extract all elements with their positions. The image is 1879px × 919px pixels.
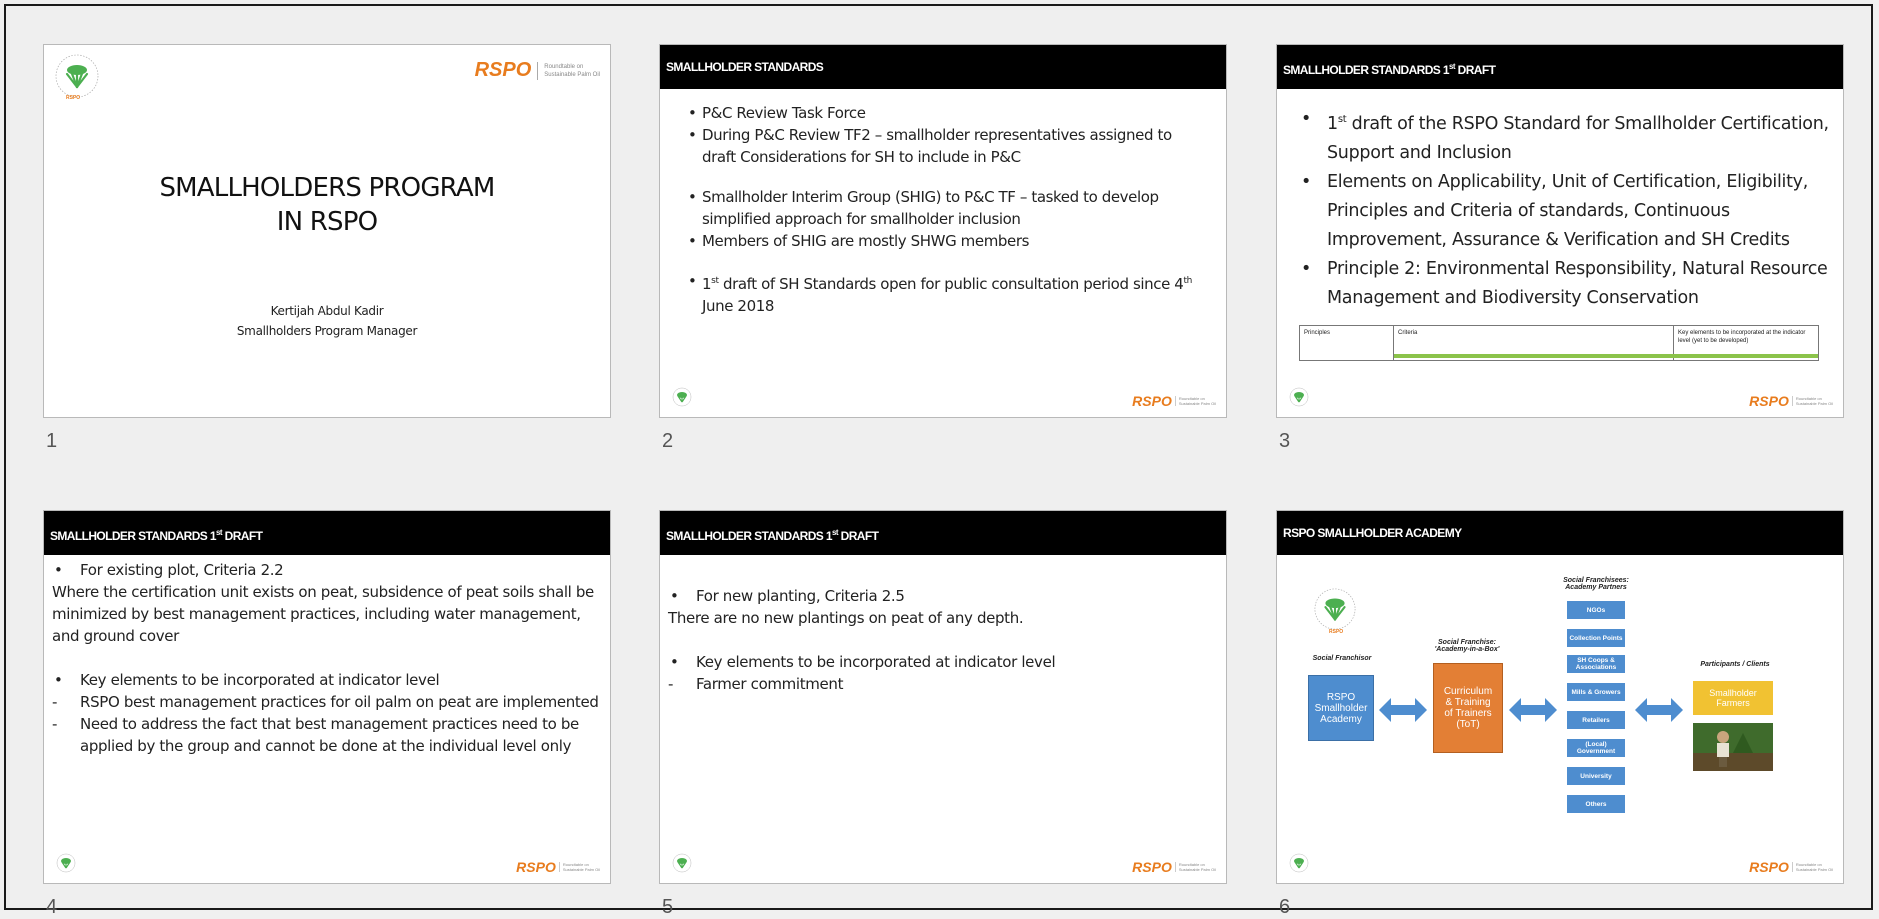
rspo-logo: RSPO Roundtable on Sustainable Palm Oil: [475, 59, 600, 82]
rspo-logo: RSPO Roundtable on Sustainable Palm Oil: [1132, 393, 1216, 409]
slide-body: For new planting, Criteria 2.5 There are…: [668, 585, 1216, 695]
bullet-item: Elements on Applicability, Unit of Certi…: [1299, 168, 1829, 255]
slide-header: SMALLHOLDER STANDARDS: [660, 45, 1226, 89]
criteria-text: There are no new plantings on peat of an…: [668, 609, 1024, 627]
bullet-item: Smallholder Interim Group (SHIG) to P&C …: [688, 186, 1208, 230]
presenter-block: Kertijah Abdul Kadir Smallholders Progra…: [44, 301, 610, 341]
dash-item: Farmer commitment: [668, 673, 1216, 695]
dash-item: RSPO best management practices for oil p…: [52, 691, 600, 713]
slide-thumbnail-6[interactable]: RSPO SMALLHOLDER ACADEMY RSPO Social Fra…: [1276, 510, 1844, 884]
bullet-item: During P&C Review TF2 – smallholder repr…: [688, 124, 1208, 168]
franchise-label: Social Franchise: 'Academy-in-a-Box': [1434, 639, 1500, 653]
rspo-logo: RSPO Roundtable on Sustainable Palm Oil: [1132, 859, 1216, 875]
presenter-role: Smallholders Program Manager: [236, 324, 418, 338]
partner-box: Others: [1567, 795, 1625, 813]
slide-thumbnail-4[interactable]: SMALLHOLDER STANDARDS 1st DRAFT For exis…: [43, 510, 611, 884]
rspo-logo: RSPO Roundtable on Sustainable Palm Oil: [516, 859, 600, 875]
slide-title-line1: SMALLHOLDERS PROGRAM: [159, 173, 495, 203]
bullet-item: For new planting, Criteria 2.5: [668, 585, 1216, 607]
rspo-logo-tag1: Roundtable on: [544, 63, 584, 70]
table-header: Key elements to be incorporated at the i…: [1678, 330, 1806, 344]
rspo-logo: RSPO Roundtable on Sustainable Palm Oil: [1749, 393, 1833, 409]
criteria-table: Principles Criteria Key elements to be i…: [1299, 325, 1819, 361]
double-arrow-icon: [1509, 698, 1557, 722]
bullet-item: P&C Review Task Force: [688, 102, 1208, 124]
double-arrow-icon: [1635, 698, 1683, 722]
partner-box: Retailers: [1567, 711, 1625, 729]
bullet-item: For existing plot, Criteria 2.2: [52, 559, 600, 581]
slide-thumbnail-1[interactable]: RSPO RSPO Roundtable on Sustainable Palm…: [43, 44, 611, 418]
partner-box: (Local) Government: [1567, 739, 1625, 757]
rspo-seal-icon: [1314, 588, 1356, 630]
slide-header: RSPO SMALLHOLDER ACADEMY: [1277, 511, 1843, 555]
partner-box: University: [1567, 767, 1625, 785]
slide-number-3: 3: [1279, 430, 1291, 452]
partners-label: Social Franchisees: Academy Partners: [1563, 577, 1629, 591]
presenter-name: Kertijah Abdul Kadir: [270, 304, 384, 318]
rspo-seal-icon: [56, 853, 76, 873]
rspo-seal-icon: [672, 853, 692, 873]
table-header: Principles: [1304, 330, 1331, 336]
slide-header: SMALLHOLDER STANDARDS 1st DRAFT: [44, 511, 610, 555]
double-arrow-icon: [1379, 698, 1427, 722]
farmer-photo: [1693, 723, 1773, 771]
slide-number-2: 2: [662, 430, 674, 452]
rspo-seal-icon: [1289, 853, 1309, 873]
bullet-item: Key elements to be incorporated at indic…: [52, 669, 600, 691]
rspo-seal-icon: [55, 54, 99, 98]
bullet-item: 1st draft of SH Standards open for publi…: [688, 270, 1208, 317]
curriculum-box: Curriculum & Training of Trainers (ToT): [1433, 663, 1503, 753]
clients-label: Participants / Clients: [1700, 661, 1770, 668]
rspo-logo: RSPO Roundtable on Sustainable Palm Oil: [1749, 859, 1833, 875]
slide-number-1: 1: [46, 430, 58, 452]
slide-number-6: 6: [1279, 896, 1291, 918]
slide-body: 1st draft of the RSPO Standard for Small…: [1299, 105, 1829, 313]
partner-box: NGOs: [1567, 601, 1625, 619]
slide-number-4: 4: [46, 896, 58, 918]
franchisor-label: Social Franchisor: [1312, 655, 1372, 662]
slide-header: SMALLHOLDER STANDARDS 1st DRAFT: [1277, 45, 1843, 89]
rspo-seal-icon: [1289, 387, 1309, 407]
partner-box: Mills & Growers: [1567, 683, 1625, 701]
partner-box: SH Coops & Associations: [1567, 655, 1625, 673]
slide-thumbnail-2[interactable]: SMALLHOLDER STANDARDS P&C Review Task Fo…: [659, 44, 1227, 418]
slide-title: SMALLHOLDERS PROGRAM IN RSPO: [44, 171, 610, 239]
slide-thumbnail-5[interactable]: SMALLHOLDER STANDARDS 1st DRAFT For new …: [659, 510, 1227, 884]
franchisor-box: RSPO Smallholder Academy: [1308, 675, 1374, 741]
slide-thumbnail-3[interactable]: SMALLHOLDER STANDARDS 1st DRAFT 1st draf…: [1276, 44, 1844, 418]
slide-body: P&C Review Task Force During P&C Review …: [688, 102, 1208, 317]
slide-title-line2: IN RSPO: [276, 207, 378, 237]
rspo-logo-tag2: Sustainable Palm Oil: [544, 71, 600, 78]
bullet-item: Members of SHIG are mostly SHWG members: [688, 230, 1208, 252]
partner-box: Collection Points: [1567, 629, 1625, 647]
seal-label: RSPO: [1329, 629, 1344, 635]
seal-label: RSPO: [66, 95, 81, 101]
table-header: Criteria: [1398, 330, 1418, 336]
rspo-logo-word: RSPO: [474, 59, 532, 81]
slide-header: SMALLHOLDER STANDARDS 1st DRAFT: [660, 511, 1226, 555]
slide-number-5: 5: [662, 896, 674, 918]
rspo-seal-icon: [672, 387, 692, 407]
bullet-item: Principle 2: Environmental Responsibilit…: [1299, 255, 1829, 313]
slide-body: For existing plot, Criteria 2.2 Where th…: [52, 559, 600, 757]
bullet-item: 1st draft of the RSPO Standard for Small…: [1299, 105, 1829, 168]
bullet-item: Key elements to be incorporated at indic…: [668, 651, 1216, 673]
slide-sorter-view: RSPO RSPO Roundtable on Sustainable Palm…: [4, 4, 1873, 918]
dash-item: Need to address the fact that best manag…: [52, 713, 600, 757]
criteria-text: Where the certification unit exists on p…: [52, 583, 594, 645]
clients-box: Smallholder Farmers: [1693, 681, 1773, 715]
